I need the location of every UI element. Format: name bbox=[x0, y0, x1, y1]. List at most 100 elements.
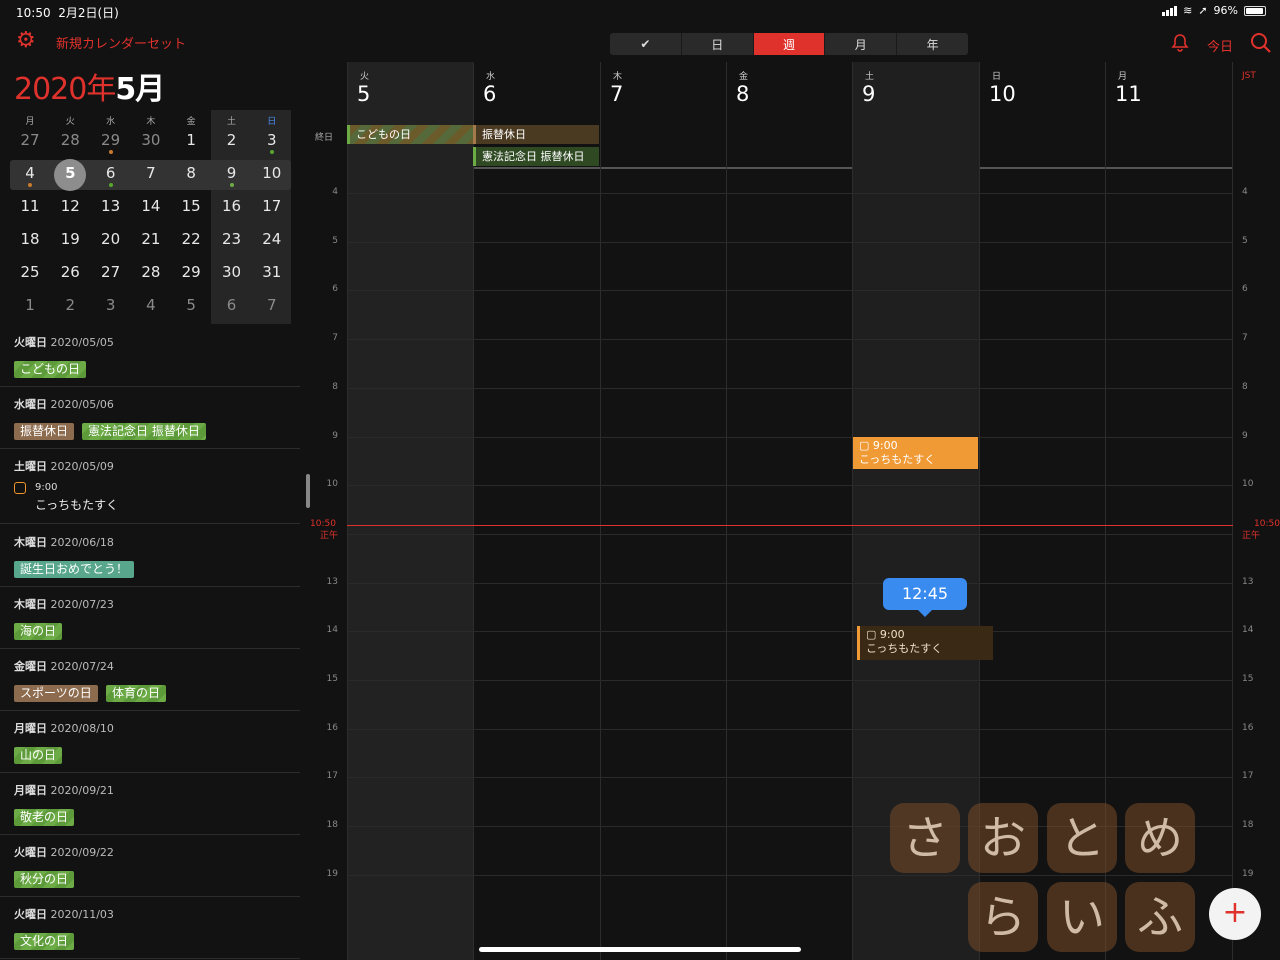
search-icon[interactable] bbox=[1250, 32, 1272, 54]
agenda-event-chip[interactable]: 敬老の日 bbox=[14, 809, 75, 826]
mini-cal-day[interactable]: 2 bbox=[212, 131, 252, 149]
mini-cal-day[interactable]: 29 bbox=[91, 131, 131, 149]
mini-cal-day[interactable]: 1 bbox=[10, 296, 50, 314]
mini-cal-day[interactable]: 31 bbox=[252, 263, 292, 281]
current-time-label: 10:50 bbox=[310, 519, 336, 529]
calendar-event[interactable]: ▢ 9:00 こっちもたすく bbox=[853, 437, 978, 469]
mini-cal-day[interactable]: 22 bbox=[171, 230, 211, 248]
mini-cal-day[interactable]: 27 bbox=[91, 263, 131, 281]
agenda-event-chip[interactable]: スポーツの日 bbox=[14, 685, 98, 702]
mini-cal-day[interactable]: 18 bbox=[10, 230, 50, 248]
column-date[interactable]: 6 bbox=[483, 82, 496, 106]
battery-icon bbox=[1244, 5, 1266, 16]
year-view-tab[interactable]: 年 bbox=[897, 33, 968, 55]
mini-cal-day[interactable]: 29 bbox=[171, 263, 211, 281]
agenda-event-chip[interactable]: 体育の日 bbox=[106, 685, 167, 702]
mini-cal-day[interactable]: 9 bbox=[212, 164, 252, 182]
column-date[interactable]: 9 bbox=[862, 82, 875, 106]
current-time-label: 10:50 bbox=[1254, 519, 1280, 529]
agenda-section[interactable]: 木曜日 2020/06/18 誕生日おめでとう！ bbox=[0, 525, 300, 587]
agenda-event-chip[interactable]: こどもの日 bbox=[14, 361, 87, 378]
column-date[interactable]: 11 bbox=[1115, 82, 1142, 106]
agenda-event-chip[interactable]: 振替休日 bbox=[14, 423, 75, 440]
watermark-tile: お bbox=[968, 803, 1038, 873]
add-event-button[interactable]: + bbox=[1209, 888, 1261, 940]
todo-view-tab[interactable]: ✔ bbox=[610, 33, 682, 55]
dragging-event[interactable]: ▢ 9:00 こっちもたすく bbox=[857, 626, 993, 660]
mini-cal-day[interactable]: 16 bbox=[212, 197, 252, 215]
agenda-event-chip[interactable]: 憲法記念日 振替休日 bbox=[82, 423, 206, 440]
mini-cal-day[interactable]: 30 bbox=[212, 263, 252, 281]
week-view-tab[interactable]: 週 bbox=[753, 33, 826, 55]
mini-cal-day[interactable]: 3 bbox=[91, 296, 131, 314]
todo-title[interactable]: こっちもたすく bbox=[35, 496, 118, 513]
mini-cal-day[interactable]: 27 bbox=[10, 131, 50, 149]
todo-checkbox[interactable] bbox=[14, 482, 26, 494]
allday-event[interactable]: 憲法記念日 振替休日 bbox=[473, 147, 599, 166]
mini-cal-day[interactable]: 19 bbox=[50, 230, 90, 248]
agenda-section[interactable]: 火曜日 2020/09/22 秋分の日 bbox=[0, 835, 300, 897]
mini-cal-day[interactable]: 24 bbox=[252, 230, 292, 248]
mini-cal-dow: 金 bbox=[186, 117, 196, 127]
mini-cal-day[interactable]: 1 bbox=[171, 131, 211, 149]
agenda-section[interactable]: 金曜日 2020/07/24 スポーツの日 体育の日 bbox=[0, 649, 300, 711]
mini-cal-day[interactable]: 15 bbox=[171, 197, 211, 215]
allday-label: 終日 bbox=[315, 133, 334, 143]
mini-cal-day[interactable]: 21 bbox=[131, 230, 171, 248]
mini-cal-day[interactable]: 30 bbox=[131, 131, 171, 149]
mini-cal-day[interactable]: 4 bbox=[131, 296, 171, 314]
hour-label: 4 bbox=[1242, 187, 1248, 197]
mini-cal-day[interactable]: 5 bbox=[171, 296, 211, 314]
bell-icon[interactable] bbox=[1170, 33, 1190, 58]
mini-cal-day[interactable]: 7 bbox=[252, 296, 292, 314]
event-dot bbox=[108, 150, 113, 154]
mini-cal-day[interactable]: 25 bbox=[10, 263, 50, 281]
calendar-set-button[interactable]: 新規カレンダーセット bbox=[56, 33, 186, 52]
mini-cal-day[interactable]: 13 bbox=[91, 197, 131, 215]
allday-event[interactable]: こどもの日 bbox=[347, 125, 473, 144]
mini-cal-day[interactable]: 12 bbox=[50, 197, 90, 215]
agenda-event-chip[interactable]: 秋分の日 bbox=[14, 871, 75, 888]
mini-cal-day[interactable]: 8 bbox=[171, 164, 211, 182]
mini-cal-day[interactable]: 6 bbox=[91, 164, 131, 182]
agenda-section[interactable]: 火曜日 2020/11/03 文化の日 bbox=[0, 897, 300, 959]
allday-event[interactable]: 振替休日 bbox=[473, 125, 599, 144]
gear-icon[interactable]: ⚙ bbox=[16, 30, 38, 52]
mini-cal-day[interactable]: 17 bbox=[252, 197, 292, 215]
column-date[interactable]: 8 bbox=[736, 82, 749, 106]
agenda-event-chip[interactable]: 海の日 bbox=[14, 623, 63, 640]
agenda-section[interactable]: 月曜日 2020/08/10 山の日 bbox=[0, 711, 300, 773]
mini-cal-day[interactable]: 6 bbox=[212, 296, 252, 314]
mini-cal-day[interactable]: 10 bbox=[252, 164, 292, 182]
agenda-section[interactable]: 火曜日 2020/05/05 こどもの日 bbox=[0, 325, 300, 387]
mini-cal-day[interactable]: 7 bbox=[131, 164, 171, 182]
agenda-event-chip[interactable]: 文化の日 bbox=[14, 933, 75, 950]
mini-cal-day[interactable]: 20 bbox=[91, 230, 131, 248]
mini-cal-day[interactable]: 26 bbox=[50, 263, 90, 281]
month-view-tab[interactable]: 月 bbox=[825, 33, 898, 55]
column-date[interactable]: 5 bbox=[357, 82, 370, 106]
mini-cal-day[interactable]: 5 bbox=[50, 164, 90, 182]
mini-cal-day[interactable]: 28 bbox=[50, 131, 90, 149]
agenda-event-chip[interactable]: 山の日 bbox=[14, 747, 63, 764]
column-date[interactable]: 10 bbox=[989, 82, 1016, 106]
mini-cal-day[interactable]: 11 bbox=[10, 197, 50, 215]
agenda-section[interactable]: 土曜日 2020/05/09 9:00 こっちもたすく bbox=[0, 449, 300, 524]
home-indicator bbox=[479, 947, 801, 952]
agenda-section[interactable]: 水曜日 2020/05/06 振替休日 憲法記念日 振替休日 bbox=[0, 387, 300, 449]
mini-cal-day[interactable]: 2 bbox=[50, 296, 90, 314]
column-date[interactable]: 7 bbox=[610, 82, 623, 106]
agenda-event-chip[interactable]: 誕生日おめでとう！ bbox=[14, 561, 135, 578]
agenda-section[interactable]: 木曜日 2020/07/23 海の日 bbox=[0, 587, 300, 649]
hour-label: 正午 bbox=[1242, 530, 1261, 541]
mini-cal-day[interactable]: 3 bbox=[252, 131, 292, 149]
mini-cal-day[interactable]: 4 bbox=[10, 164, 50, 182]
agenda-section[interactable]: 月曜日 2020/09/21 敬老の日 bbox=[0, 773, 300, 835]
hour-label: 19 bbox=[326, 868, 338, 879]
mini-cal-day[interactable]: 28 bbox=[131, 263, 171, 281]
today-button[interactable]: 今日 bbox=[1207, 36, 1233, 55]
watermark-tile: い bbox=[1047, 882, 1117, 952]
day-view-tab[interactable]: 日 bbox=[682, 33, 754, 55]
mini-cal-day[interactable]: 23 bbox=[212, 230, 252, 248]
mini-cal-day[interactable]: 14 bbox=[131, 197, 171, 215]
